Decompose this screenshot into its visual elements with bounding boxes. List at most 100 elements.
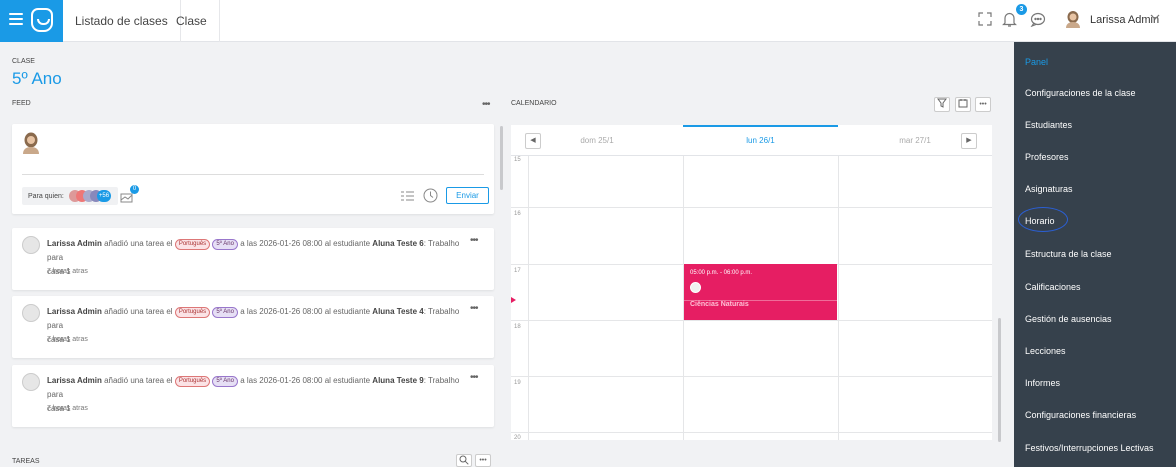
post-text: Larissa Admin añadió una tarea el Portug… [47, 237, 477, 279]
hour-label: 18 [514, 324, 521, 330]
send-button[interactable]: Enviar [446, 187, 489, 204]
sidebar-item-festivos[interactable]: Festivos/Interrupciones Lectivas [1025, 443, 1154, 453]
hour-label: 19 [514, 380, 521, 386]
chevron-down-icon[interactable] [1150, 13, 1160, 23]
hour-label: 15 [514, 157, 521, 163]
user-avatar[interactable] [1065, 10, 1081, 28]
year-tag: 5º Ano [212, 307, 238, 318]
composer-divider [22, 174, 484, 175]
top-bar: Listado de clases Clase 3 Larissa Admin [0, 0, 1176, 42]
post-author[interactable]: Larissa Admin [47, 376, 102, 385]
fullscreen-icon[interactable] [978, 12, 992, 30]
tab-clase[interactable]: Clase [164, 0, 220, 42]
post-mid: a las 2026-01-26 08:00 al estudiante [240, 376, 371, 385]
feed-scrollbar[interactable] [500, 126, 503, 190]
hour-label: 20 [514, 435, 521, 441]
prev-week-button[interactable]: ◀ [525, 133, 541, 149]
app-logo[interactable] [0, 0, 63, 42]
post-time: 7 horas atras [47, 405, 88, 412]
chat-icon[interactable] [1030, 12, 1046, 31]
post-text: Larissa Admin añadió una tarea el Portug… [47, 305, 477, 347]
sidebar-item-informes[interactable]: Informes [1025, 378, 1060, 388]
tareas-more-icon[interactable]: ••• [475, 454, 491, 467]
filter-icon[interactable] [934, 97, 950, 112]
post-mid: a las 2026-01-26 08:00 al estudiante [240, 239, 371, 248]
current-time-marker-icon [511, 297, 516, 303]
calendar-more-icon[interactable]: ••• [975, 97, 991, 112]
event-time: 05:00 p.m. - 06:00 p.m. [690, 270, 753, 276]
bell-icon[interactable] [1002, 11, 1017, 32]
post-author[interactable]: Larissa Admin [47, 239, 102, 248]
user-name[interactable]: Larissa Admin [1090, 14, 1159, 26]
day-divider [838, 156, 839, 440]
post-more-icon[interactable]: ••• [470, 235, 478, 246]
sidebar-item-configuraciones-clase[interactable]: Configuraciones de la clase [1025, 88, 1136, 98]
recipient-selector[interactable]: Para quien: +56 [22, 187, 118, 205]
post-mid: a las 2026-01-26 08:00 al estudiante [240, 307, 371, 316]
post-prefix: añadió una tarea el [104, 239, 173, 248]
right-sidebar: Panel Configuraciones de la clase Estudi… [1014, 42, 1176, 467]
post-prefix: añadió una tarea el [104, 376, 173, 385]
post-time: 7 horas atras [47, 336, 88, 343]
post-text: Larissa Admin añadió una tarea el Portug… [47, 374, 477, 416]
calendar-event[interactable]: 05:00 p.m. - 06:00 p.m. Ciências Naturai… [684, 264, 837, 320]
post-more-icon[interactable]: ••• [470, 303, 478, 314]
sidebar-item-configuraciones-financieras[interactable]: Configuraciones financieras [1025, 410, 1136, 420]
highlight-annotation [1018, 207, 1068, 232]
sidebar-item-asignaturas[interactable]: Asignaturas [1025, 184, 1073, 194]
search-icon[interactable] [456, 454, 472, 467]
clock-icon[interactable] [423, 188, 438, 208]
author-avatar [22, 373, 40, 391]
feed-more-icon[interactable]: ••• [482, 99, 490, 110]
calendar-icon[interactable] [955, 97, 971, 112]
day-header-today: lun 26/1 [683, 125, 838, 156]
year-tag: 5º Ano [212, 239, 238, 250]
sidebar-item-lecciones[interactable]: Lecciones [1025, 346, 1066, 356]
attach-count-badge: 0 [130, 185, 139, 194]
sidebar-item-panel[interactable]: Panel [1025, 57, 1048, 67]
recipient-extra-count: +56 [97, 190, 111, 202]
checklist-icon[interactable] [400, 190, 415, 208]
subject-tag: Português [174, 239, 211, 250]
sidebar-item-ausencias[interactable]: Gestión de ausencias [1025, 314, 1112, 324]
feed-post: Larissa Admin añadió una tarea el Portug… [12, 228, 494, 290]
post-more-icon[interactable]: ••• [470, 372, 478, 383]
logo-icon [31, 8, 53, 32]
sidebar-item-estudiantes[interactable]: Estudiantes [1025, 120, 1072, 130]
post-author[interactable]: Larissa Admin [47, 307, 102, 316]
event-avatar [690, 282, 701, 293]
feed-post: Larissa Admin añadió una tarea el Portug… [12, 296, 494, 358]
post-prefix: añadió una tarea el [104, 307, 173, 316]
calendar-scrollbar[interactable] [998, 318, 1001, 442]
sidebar-item-estructura[interactable]: Estructura de la clase [1025, 249, 1112, 259]
event-title: Ciências Naturais [690, 301, 749, 308]
page-title: 5º Ano [12, 69, 62, 88]
hour-label: 17 [514, 268, 521, 274]
feed-post: Larissa Admin añadió una tarea el Portug… [12, 365, 494, 427]
feed-label: FEED [12, 100, 31, 107]
subject-tag: Português [174, 376, 211, 387]
hour-label: 16 [514, 211, 521, 217]
calendar-label: CALENDARIO [511, 100, 557, 107]
year-tag: 5º Ano [212, 376, 238, 387]
post-student[interactable]: Aluna Teste 4 [372, 307, 423, 316]
subject-tag: Português [174, 307, 211, 318]
hour-line [511, 432, 992, 433]
tareas-label: TAREAS [12, 458, 40, 465]
sidebar-item-calificaciones[interactable]: Calificaciones [1025, 282, 1081, 292]
author-avatar [22, 236, 40, 254]
hour-line [511, 320, 992, 321]
hamburger-menu-icon[interactable] [9, 13, 23, 25]
post-composer: Para quien: +56 0 Enviar [12, 124, 494, 214]
post-student[interactable]: Aluna Teste 9 [372, 376, 423, 385]
next-week-button[interactable]: ▶ [961, 133, 977, 149]
notification-count-badge: 3 [1016, 4, 1027, 15]
page-overline: CLASE [12, 58, 35, 65]
sidebar-item-profesores[interactable]: Profesores [1025, 152, 1069, 162]
hour-line [511, 207, 992, 208]
author-avatar [22, 304, 40, 322]
post-student[interactable]: Aluna Teste 6 [372, 239, 423, 248]
post-time: 7 horas atras [47, 268, 88, 275]
hour-gutter-line [528, 156, 529, 440]
hour-line [511, 376, 992, 377]
